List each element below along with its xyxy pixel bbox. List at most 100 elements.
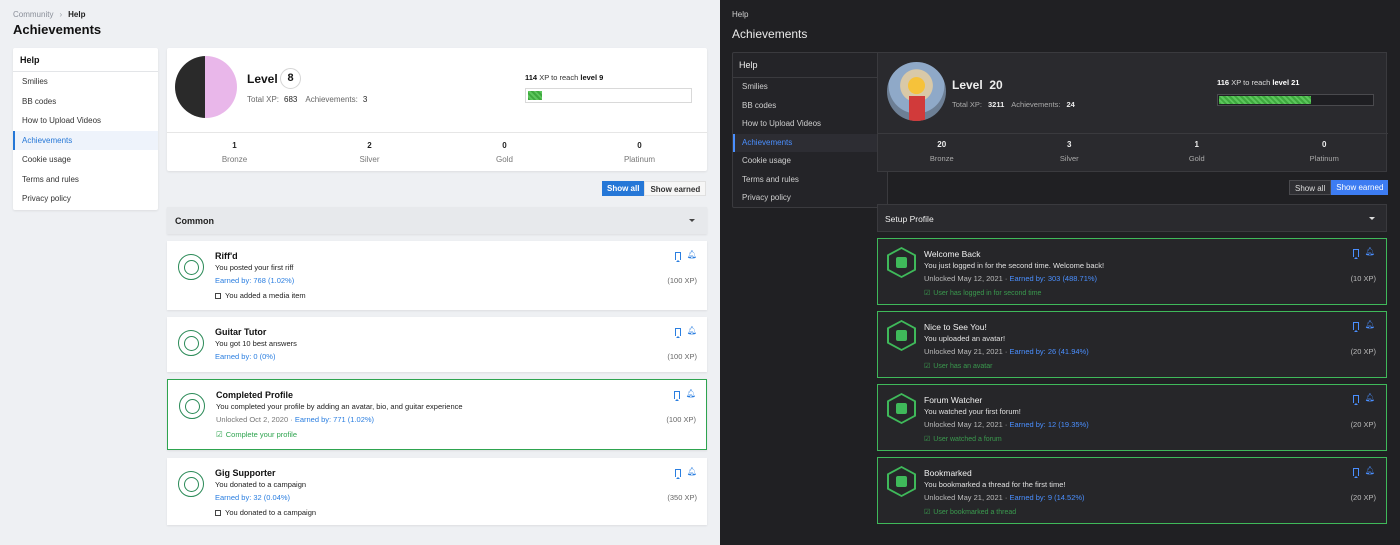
level-heading: Level 20: [952, 78, 1003, 92]
achievement-xp: (100 XP): [667, 352, 697, 361]
avatar[interactable]: [887, 62, 946, 121]
achievement-card: Nice to See You! You uploaded an avatar!…: [877, 311, 1387, 378]
total-xp-value: 3211: [988, 100, 1005, 109]
breadcrumb-help[interactable]: Help: [68, 10, 85, 19]
achievement-earned-by[interactable]: Earned by: 26 (41.94%): [1009, 347, 1088, 356]
sidebar-item-cookie-usage[interactable]: Cookie usage: [733, 152, 887, 171]
achievement-meta: Unlocked Oct 2, 2020 · Earned by: 771 (1…: [216, 415, 374, 424]
achievement-earned-by[interactable]: Earned by: 9 (14.52%): [1009, 493, 1084, 502]
avatar[interactable]: [175, 56, 237, 118]
profile-summary-card: Level 8 Total XP: 683 Achievements: 3 114 X…: [167, 48, 707, 171]
medal-platinum: 0 Platinum: [1261, 134, 1389, 171]
bell-icon[interactable]: 🔔︎: [1365, 394, 1375, 402]
achievement-criteria: ☑ Complete your profile: [216, 430, 297, 439]
show-all-button[interactable]: Show all: [602, 181, 645, 196]
sidebar-item-smilies[interactable]: Smilies: [733, 78, 887, 97]
achievement-badge-icon: [887, 393, 916, 424]
bookmark-icon[interactable]: [675, 328, 681, 338]
bookmark-icon[interactable]: [1353, 395, 1359, 405]
breadcrumb-help[interactable]: Help: [732, 10, 748, 19]
bell-icon[interactable]: 🔔︎: [687, 468, 697, 476]
medal-label: Platinum: [623, 155, 656, 164]
show-earned-button[interactable]: Show earned: [1331, 180, 1389, 195]
bell-icon[interactable]: 🔔︎: [687, 327, 697, 335]
sidebar-item-achievements[interactable]: Achievements: [733, 133, 887, 152]
achievement-earned-by[interactable]: Earned by: 303 (488.71%): [1009, 274, 1097, 283]
achievement-badge-icon: [887, 320, 916, 351]
show-earned-button[interactable]: Show earned: [644, 181, 707, 196]
xp-progress-bar: [1217, 94, 1374, 106]
achievement-desc: You got 10 best answers: [215, 339, 297, 348]
bell-icon[interactable]: 🔔︎: [687, 251, 697, 259]
bell-icon[interactable]: 🔔︎: [1365, 321, 1375, 329]
medal-value: 1: [232, 141, 237, 150]
achievement-criteria: You added a media item: [215, 291, 306, 300]
achievement-xp: (100 XP): [667, 276, 697, 285]
achievement-desc: You completed your profile by adding an …: [216, 402, 463, 411]
xp-progress-fill: [528, 91, 542, 100]
medal-value: 3: [1067, 140, 1072, 149]
medal-value: 0: [1322, 140, 1327, 149]
achievement-card-selected: Completed Profile You completed your pro…: [167, 379, 707, 450]
criteria-text: User bookmarked a thread: [933, 509, 1017, 516]
bell-icon[interactable]: 🔔︎: [686, 390, 696, 398]
achievement-earned-by[interactable]: Earned by: 771 (1.02%): [295, 415, 374, 424]
achievement-card: Welcome Back You just logged in for the …: [877, 238, 1387, 305]
achievement-card: Forum Watcher You watched your first for…: [877, 384, 1387, 451]
achievement-badge-icon: [887, 466, 916, 497]
level-label: Level: [247, 72, 278, 86]
sidebar-item-upload-videos[interactable]: How to Upload Videos: [13, 111, 158, 131]
achievement-card: Riff'd You posted your first riff Earned…: [167, 241, 707, 310]
achievement-meta: Unlocked May 12, 2021 · Earned by: 303 (…: [924, 274, 1097, 283]
caret-down-icon[interactable]: [1369, 217, 1375, 220]
medal-label: Platinum: [1309, 154, 1339, 163]
sidebar-item-achievements[interactable]: Achievements: [13, 130, 158, 150]
achievement-badge-icon: [178, 254, 204, 280]
sidebar-item-smilies[interactable]: Smilies: [13, 72, 158, 92]
bookmark-icon[interactable]: [675, 252, 681, 262]
sidebar-item-privacy[interactable]: Privacy policy: [733, 189, 887, 208]
medal-label: Silver: [1059, 154, 1079, 163]
achievement-earned-by[interactable]: Earned by: 12 (19.35%): [1009, 420, 1088, 429]
check-icon: ☑: [924, 290, 931, 297]
show-all-button[interactable]: Show all: [1289, 180, 1332, 195]
criteria-text: You added a media item: [225, 291, 306, 300]
achievement-earned-by[interactable]: Earned by: 768 (1.02%): [215, 276, 294, 285]
achievements-count-value: 3: [362, 95, 368, 104]
achievement-desc: You watched your first forum!: [924, 407, 1021, 416]
medal-bronze: 1 Bronze: [167, 133, 302, 171]
achievement-earned-by[interactable]: Earned by: 0 (0%): [215, 352, 275, 361]
check-icon: ☑: [216, 430, 223, 439]
sidebar-item-bb-codes[interactable]: BB codes: [733, 97, 887, 116]
achievement-unlocked: Unlocked Oct 2, 2020: [216, 415, 289, 424]
breadcrumb-community[interactable]: Community: [13, 10, 53, 19]
xp-needed: 116: [1217, 78, 1230, 87]
meta-separator: ·: [288, 415, 295, 424]
achievements-count-label: Achievements:: [305, 95, 358, 104]
checkbox-icon: [215, 293, 221, 299]
bookmark-icon[interactable]: [675, 469, 681, 479]
achievement-name: Nice to See You!: [924, 322, 987, 332]
bookmark-icon[interactable]: [1353, 249, 1359, 259]
achievement-criteria: You donated to a campaign: [215, 508, 316, 517]
medal-value: 2: [367, 141, 372, 150]
sidebar-item-cookie-usage[interactable]: Cookie usage: [13, 150, 158, 170]
achievement-desc: You donated to a campaign: [215, 480, 307, 489]
sidebar-item-terms[interactable]: Terms and rules: [733, 171, 887, 190]
bookmark-icon[interactable]: [1353, 468, 1359, 478]
category-header[interactable]: Common: [167, 207, 707, 234]
category-header[interactable]: Setup Profile: [877, 204, 1387, 232]
medal-label: Gold: [1188, 154, 1205, 163]
sidebar-item-privacy[interactable]: Privacy policy: [13, 189, 158, 209]
xp-to-next-level: 114 XP to reach level 9: [525, 73, 603, 82]
sidebar-item-bb-codes[interactable]: BB codes: [13, 92, 158, 112]
achievement-earned-by[interactable]: Earned by: 32 (0.04%): [215, 493, 290, 502]
bookmark-icon[interactable]: [674, 391, 680, 401]
sidebar-item-terms[interactable]: Terms and rules: [13, 170, 158, 190]
bell-icon[interactable]: 🔔︎: [1365, 467, 1375, 475]
medal-value: 20: [937, 140, 947, 149]
sidebar-item-upload-videos[interactable]: How to Upload Videos: [733, 115, 887, 134]
bell-icon[interactable]: 🔔︎: [1365, 248, 1375, 256]
caret-down-icon[interactable]: [689, 219, 695, 222]
bookmark-icon[interactable]: [1353, 322, 1359, 332]
